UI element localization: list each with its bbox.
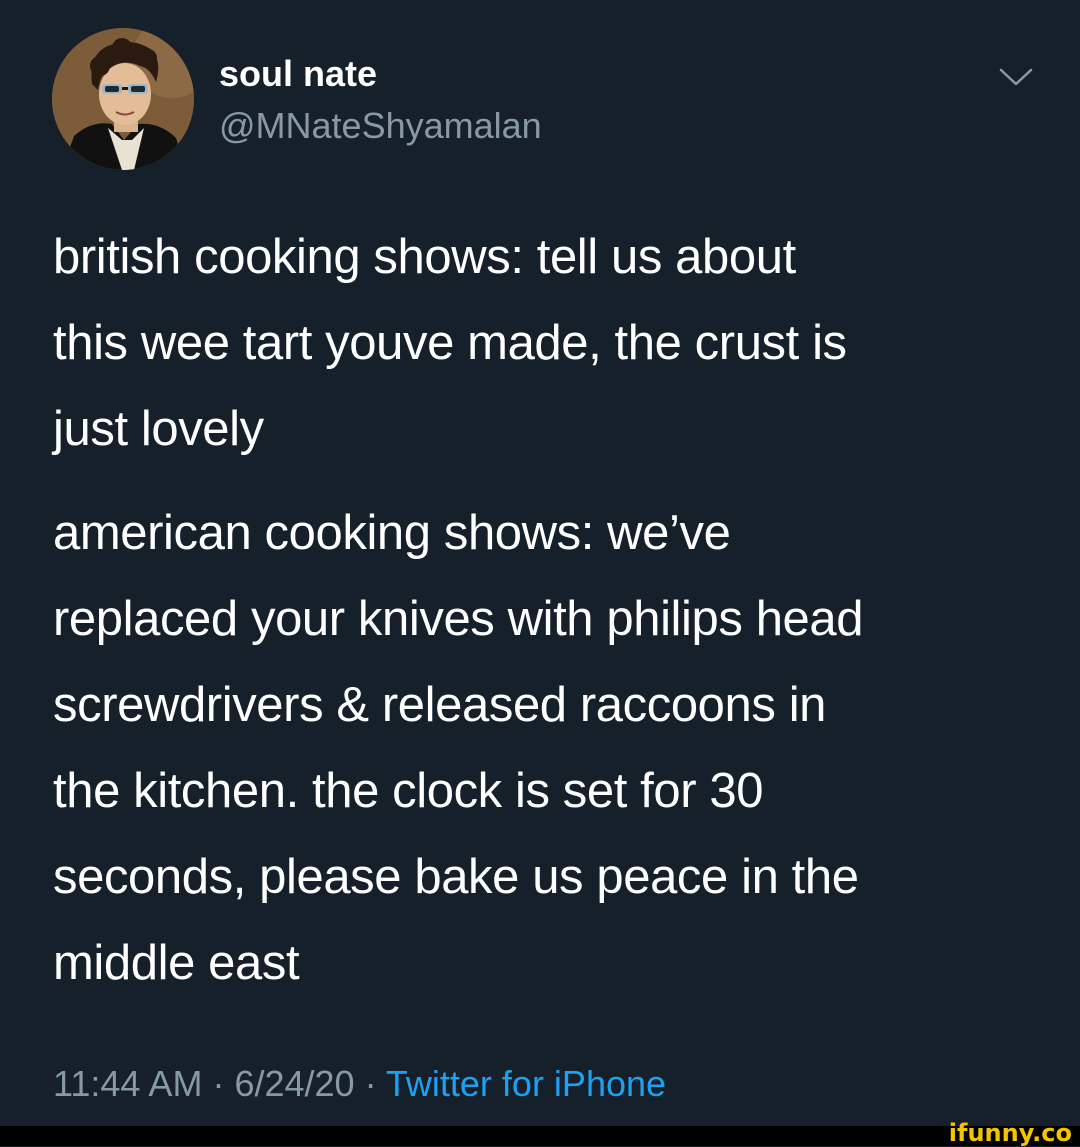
- meta-separator: ·: [354, 1063, 386, 1104]
- meta-separator: ·: [202, 1063, 235, 1104]
- tweet-card: soul nate @MNateShyamalan british cookin…: [0, 0, 1080, 1126]
- tweet-menu-button[interactable]: [998, 62, 1034, 92]
- tweet-metadata: 11:44 AM · 6/24/20 · Twitter for iPhone: [53, 1060, 666, 1108]
- tweet-paragraph: british cooking shows: tell us about thi…: [53, 230, 847, 456]
- user-handle[interactable]: @MNateShyamalan: [219, 104, 542, 148]
- watermark-logo: ifunny.co: [948, 1119, 1072, 1147]
- display-name[interactable]: soul nate: [219, 52, 377, 96]
- tweet-date[interactable]: 6/24/20: [234, 1063, 354, 1104]
- tweet-source-link[interactable]: Twitter for iPhone: [386, 1063, 666, 1104]
- tweet-paragraph: american cooking shows: we’ve replaced y…: [53, 506, 864, 990]
- avatar[interactable]: [52, 28, 194, 170]
- chevron-down-icon: [999, 68, 1033, 86]
- tweet-time[interactable]: 11:44 AM: [53, 1063, 202, 1104]
- portrait-avatar-icon: [52, 28, 194, 170]
- tweet-text: british cooking shows: tell us about thi…: [53, 214, 1043, 1006]
- watermark-bar: ifunny.co: [0, 1120, 1080, 1146]
